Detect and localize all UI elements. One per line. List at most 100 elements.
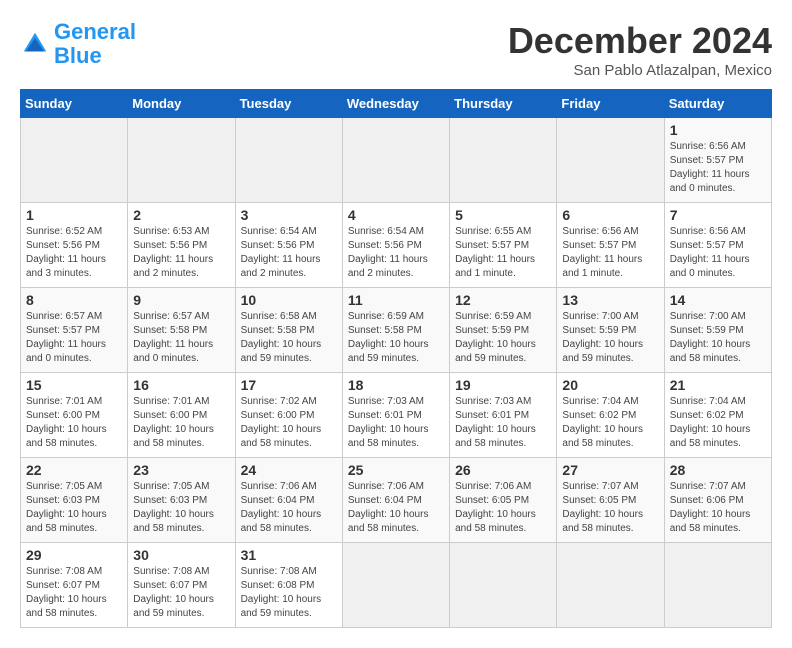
day-info: Sunrise: 7:08 AMSunset: 6:08 PMDaylight:… (241, 565, 337, 621)
day-number: 27 (562, 462, 658, 478)
day-info: Sunrise: 7:00 AMSunset: 5:59 PMDaylight:… (670, 310, 766, 366)
calendar-cell: 3 Sunrise: 6:54 AMSunset: 5:56 PMDaylight… (235, 203, 342, 288)
day-of-week-header: Tuesday (235, 90, 342, 118)
day-number: 25 (348, 462, 444, 478)
day-info: Sunrise: 6:58 AMSunset: 5:58 PMDaylight:… (241, 310, 337, 366)
day-info: Sunrise: 6:54 AMSunset: 5:56 PMDaylight:… (348, 225, 444, 281)
day-number: 10 (241, 292, 337, 308)
day-info: Sunrise: 7:04 AMSunset: 6:02 PMDaylight:… (670, 395, 766, 451)
day-of-week-header: Thursday (450, 90, 557, 118)
calendar-cell: 19 Sunrise: 7:03 AMSunset: 6:01 PMDayligh… (450, 373, 557, 458)
day-info: Sunrise: 7:06 AMSunset: 6:04 PMDaylight:… (348, 480, 444, 536)
day-number: 20 (562, 377, 658, 393)
calendar-week-row: 1 Sunrise: 6:56 AMSunset: 5:57 PMDaylight… (21, 118, 772, 203)
day-info: Sunrise: 7:05 AMSunset: 6:03 PMDaylight:… (133, 480, 229, 536)
calendar-cell: 27 Sunrise: 7:07 AMSunset: 6:05 PMDayligh… (557, 458, 664, 543)
day-info: Sunrise: 6:57 AMSunset: 5:58 PMDaylight:… (133, 310, 229, 366)
calendar-week-row: 8 Sunrise: 6:57 AMSunset: 5:57 PMDaylight… (21, 288, 772, 373)
calendar-cell: 31 Sunrise: 7:08 AMSunset: 6:08 PMDayligh… (235, 543, 342, 628)
calendar-cell: 9Sunrise: 6:57 AMSunset: 5:58 PMDaylight… (128, 288, 235, 373)
calendar-cell (21, 118, 128, 203)
calendar-cell: 18Sunrise: 7:03 AMSunset: 6:01 PMDayligh… (342, 373, 449, 458)
logo-text: General Blue (54, 20, 136, 68)
day-info: Sunrise: 7:03 AMSunset: 6:01 PMDaylight:… (348, 395, 444, 451)
calendar-cell: 13Sunrise: 7:00 AMSunset: 5:59 PMDayligh… (557, 288, 664, 373)
day-number: 3 (241, 207, 337, 223)
day-of-week-header: Friday (557, 90, 664, 118)
day-number: 13 (562, 292, 658, 308)
calendar-cell: 1 Sunrise: 6:56 AMSunset: 5:57 PMDaylight… (664, 118, 771, 203)
calendar-cell: 23 Sunrise: 7:05 AMSunset: 6:03 PMDayligh… (128, 458, 235, 543)
day-info: Sunrise: 7:08 AMSunset: 6:07 PMDaylight:… (133, 565, 229, 621)
calendar-cell (450, 543, 557, 628)
calendar-week-row: 1 Sunrise: 6:52 AMSunset: 5:56 PMDaylight… (21, 203, 772, 288)
day-number: 26 (455, 462, 551, 478)
calendar-cell: 16Sunrise: 7:01 AMSunset: 6:00 PMDayligh… (128, 373, 235, 458)
calendar-cell: 12 Sunrise: 6:59 AMSunset: 5:59 PMDayligh… (450, 288, 557, 373)
day-info: Sunrise: 6:56 AMSunset: 5:57 PMDaylight:… (670, 140, 766, 196)
calendar-cell: 24Sunrise: 7:06 AMSunset: 6:04 PMDayligh… (235, 458, 342, 543)
day-of-week-header: Saturday (664, 90, 771, 118)
day-info: Sunrise: 6:54 AMSunset: 5:56 PMDaylight:… (241, 225, 337, 281)
day-info: Sunrise: 6:59 AMSunset: 5:59 PMDaylight:… (455, 310, 551, 366)
day-info: Sunrise: 6:59 AMSunset: 5:58 PMDaylight:… (348, 310, 444, 366)
calendar-body: 1 Sunrise: 6:56 AMSunset: 5:57 PMDaylight… (21, 118, 772, 628)
day-number: 14 (670, 292, 766, 308)
calendar-cell: 22Sunrise: 7:05 AMSunset: 6:03 PMDayligh… (21, 458, 128, 543)
day-number: 15 (26, 377, 122, 393)
calendar-week-row: 22 Sunrise: 7:05 AMSunset: 6:03 PMDayligh… (21, 458, 772, 543)
day-number: 22 (26, 462, 122, 478)
calendar-cell: 21Sunrise: 7:04 AMSunset: 6:02 PMDayligh… (664, 373, 771, 458)
day-info: Sunrise: 7:08 AMSunset: 6:07 PMDaylight:… (26, 565, 122, 621)
calendar-cell: 28Sunrise: 7:07 AMSunset: 6:06 PMDayligh… (664, 458, 771, 543)
day-number: 30 (133, 547, 229, 563)
logo: General Blue (20, 20, 136, 68)
calendar-header-row: SundayMondayTuesdayWednesdayThursdayFrid… (21, 90, 772, 118)
day-of-week-header: Sunday (21, 90, 128, 118)
day-number: 1 (670, 122, 766, 138)
calendar-week-row: 29 Sunrise: 7:08 AMSunset: 6:07 PMDayligh… (21, 543, 772, 628)
calendar-cell: 17Sunrise: 7:02 AMSunset: 6:00 PMDayligh… (235, 373, 342, 458)
calendar-cell (128, 118, 235, 203)
title-area: December 2024 San Pablo Atlazalpan, Mexi… (508, 20, 772, 79)
day-number: 19 (455, 377, 551, 393)
day-number: 23 (133, 462, 229, 478)
calendar-cell: 6Sunrise: 6:56 AMSunset: 5:57 PMDaylight… (557, 203, 664, 288)
calendar-cell: 29 Sunrise: 7:08 AMSunset: 6:07 PMDayligh… (21, 543, 128, 628)
day-info: Sunrise: 6:52 AMSunset: 5:56 PMDaylight:… (26, 225, 122, 281)
day-info: Sunrise: 7:07 AMSunset: 6:05 PMDaylight:… (562, 480, 658, 536)
day-number: 12 (455, 292, 551, 308)
day-of-week-header: Monday (128, 90, 235, 118)
day-number: 29 (26, 547, 122, 563)
calendar-cell: 26 Sunrise: 7:06 AMSunset: 6:05 PMDayligh… (450, 458, 557, 543)
day-info: Sunrise: 7:01 AMSunset: 6:00 PMDaylight:… (133, 395, 229, 451)
calendar-cell (235, 118, 342, 203)
calendar-cell: 5Sunrise: 6:55 AMSunset: 5:57 PMDaylight… (450, 203, 557, 288)
calendar-cell: 20Sunrise: 7:04 AMSunset: 6:02 PMDayligh… (557, 373, 664, 458)
day-info: Sunrise: 7:03 AMSunset: 6:01 PMDaylight:… (455, 395, 551, 451)
day-info: Sunrise: 7:06 AMSunset: 6:05 PMDaylight:… (455, 480, 551, 536)
day-number: 7 (670, 207, 766, 223)
calendar-week-row: 15 Sunrise: 7:01 AMSunset: 6:00 PMDayligh… (21, 373, 772, 458)
day-number: 2 (133, 207, 229, 223)
calendar-cell: 8 Sunrise: 6:57 AMSunset: 5:57 PMDaylight… (21, 288, 128, 373)
calendar-cell (450, 118, 557, 203)
calendar-cell: 14 Sunrise: 7:00 AMSunset: 5:59 PMDayligh… (664, 288, 771, 373)
calendar-cell (342, 543, 449, 628)
calendar-cell (342, 118, 449, 203)
day-of-week-header: Wednesday (342, 90, 449, 118)
day-number: 11 (348, 292, 444, 308)
calendar-cell: 1 Sunrise: 6:52 AMSunset: 5:56 PMDaylight… (21, 203, 128, 288)
calendar-cell: 10 Sunrise: 6:58 AMSunset: 5:58 PMDayligh… (235, 288, 342, 373)
calendar-cell: 11 Sunrise: 6:59 AMSunset: 5:58 PMDayligh… (342, 288, 449, 373)
day-number: 1 (26, 207, 122, 223)
day-number: 8 (26, 292, 122, 308)
day-info: Sunrise: 7:06 AMSunset: 6:04 PMDaylight:… (241, 480, 337, 536)
logo-icon (20, 29, 50, 59)
calendar-cell: 25 Sunrise: 7:06 AMSunset: 6:04 PMDayligh… (342, 458, 449, 543)
day-info: Sunrise: 6:55 AMSunset: 5:57 PMDaylight:… (455, 225, 551, 281)
calendar-cell: 15Sunrise: 7:01 AMSunset: 6:00 PMDayligh… (21, 373, 128, 458)
day-number: 31 (241, 547, 337, 563)
day-number: 17 (241, 377, 337, 393)
day-info: Sunrise: 6:57 AMSunset: 5:57 PMDaylight:… (26, 310, 122, 366)
